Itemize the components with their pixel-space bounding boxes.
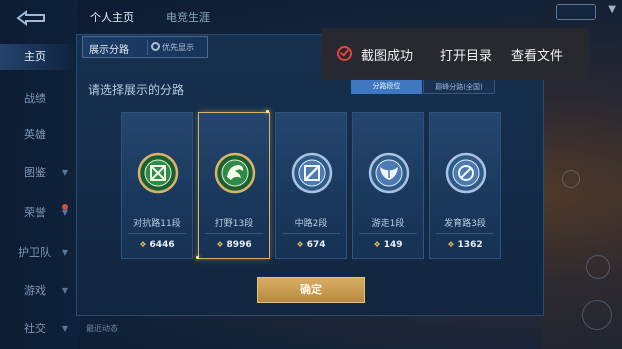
divider [205,233,263,234]
target-icon [445,152,487,194]
lane-card-mid[interactable]: 中路2段 ❖ 674 [275,112,347,259]
chevron-down-icon: ▼ [61,208,68,217]
panel-title: 展示分路 [89,45,129,56]
back-arrow-icon[interactable] [14,10,48,26]
lane-name: 对抗路11段 [133,219,181,229]
dragon-icon [214,152,256,194]
lane-score: ❖ 6446 [139,240,175,250]
lane-card-support[interactable]: 游走1段 ❖ 149 [352,112,424,259]
view-file-link[interactable]: 查看文件 [511,45,563,64]
shield-cross-icon [137,152,179,194]
lane-score: ❖ 1362 [447,240,483,250]
decor-circle [582,300,612,330]
game-screen: 主页 战绩 英雄 图鉴 ▼ 荣誉 ▼ 护卫队 ▼ 游戏 ▼ 社交 ▼ 个人主页 电竞生涯 … [0,0,622,349]
tab-profile[interactable]: 个人主页 [90,9,134,25]
rank-chevron-icon: ❖ [447,240,455,249]
tab-lane-rank[interactable]: 分路段位 [351,79,422,94]
nav-item-social[interactable]: 社交 ▼ [0,316,78,342]
nav-item-honor[interactable]: 荣誉 ▼ [0,200,78,226]
lane-score: ❖ 674 [296,240,326,250]
divider [359,233,417,234]
toast-message: 截图成功 [361,49,414,64]
divider [282,233,340,234]
nav-item-game[interactable]: 游戏 ▼ [0,278,78,304]
tab-esports[interactable]: 电竞生涯 [166,9,210,25]
lane-card-jungle[interactable]: 打野13段 ❖ 8996 [198,112,270,259]
decor-circle [586,255,610,279]
chevron-down-icon: ▼ [61,168,68,177]
rank-chevron-icon: ❖ [216,240,224,249]
panel-header-tab: 展示分路 优先显示 [82,36,208,58]
screenshot-toast: 截图成功 打开目录 查看文件 [321,28,589,80]
tab-peak-lane[interactable]: 巅峰分路(全国) [423,79,495,94]
slash-icon [291,152,333,194]
lane-name: 打野13段 [214,219,254,229]
left-sidebar: 主页 战绩 英雄 图鉴 ▼ 荣誉 ▼ 护卫队 ▼ 游戏 ▼ 社交 ▼ [0,0,78,349]
nav-item-home[interactable]: 主页 [0,44,78,70]
lane-name: 发育路3段 [444,219,486,229]
chevron-down-icon: ▼ [61,324,68,333]
nav-item-guard[interactable]: 护卫队 ▼ [0,240,78,266]
lane-score: ❖ 149 [373,240,403,250]
decor-circle [562,170,580,188]
chevron-down-icon[interactable]: ▼ [608,4,616,15]
priority-display-button[interactable]: 优先显示 [147,40,197,55]
nav-item-hero[interactable]: 英雄 [0,122,78,148]
panel-subtitle: 请选择展示的分路 [88,83,185,97]
divider [128,233,186,234]
check-circle-icon [337,46,352,61]
gear-icon [151,42,160,51]
rank-chevron-icon: ❖ [296,240,304,249]
open-directory-link[interactable]: 打开目录 [440,45,492,64]
selection-spark [196,256,199,259]
rank-chevron-icon: ❖ [139,240,147,249]
selection-spark [266,110,269,113]
wing-icon [368,152,410,194]
divider [436,233,494,234]
chevron-down-icon: ▼ [61,286,68,295]
nav-item-record[interactable]: 战绩 [0,86,78,112]
top-right-button[interactable] [556,4,596,20]
lane-name: 游走1段 [371,219,405,229]
rank-chevron-icon: ❖ [373,240,381,249]
lane-card-top[interactable]: 对抗路11段 ❖ 6446 [121,112,193,259]
chevron-down-icon: ▼ [61,248,68,257]
nav-item-atlas[interactable]: 图鉴 ▼ [0,160,78,186]
lane-card-adc[interactable]: 发育路3段 ❖ 1362 [429,112,501,259]
lane-name: 中路2段 [294,219,328,229]
lane-score: ❖ 8996 [216,240,252,250]
confirm-button[interactable]: 确定 [257,277,365,303]
recent-activity-bar[interactable]: 最近动态 [78,318,258,340]
